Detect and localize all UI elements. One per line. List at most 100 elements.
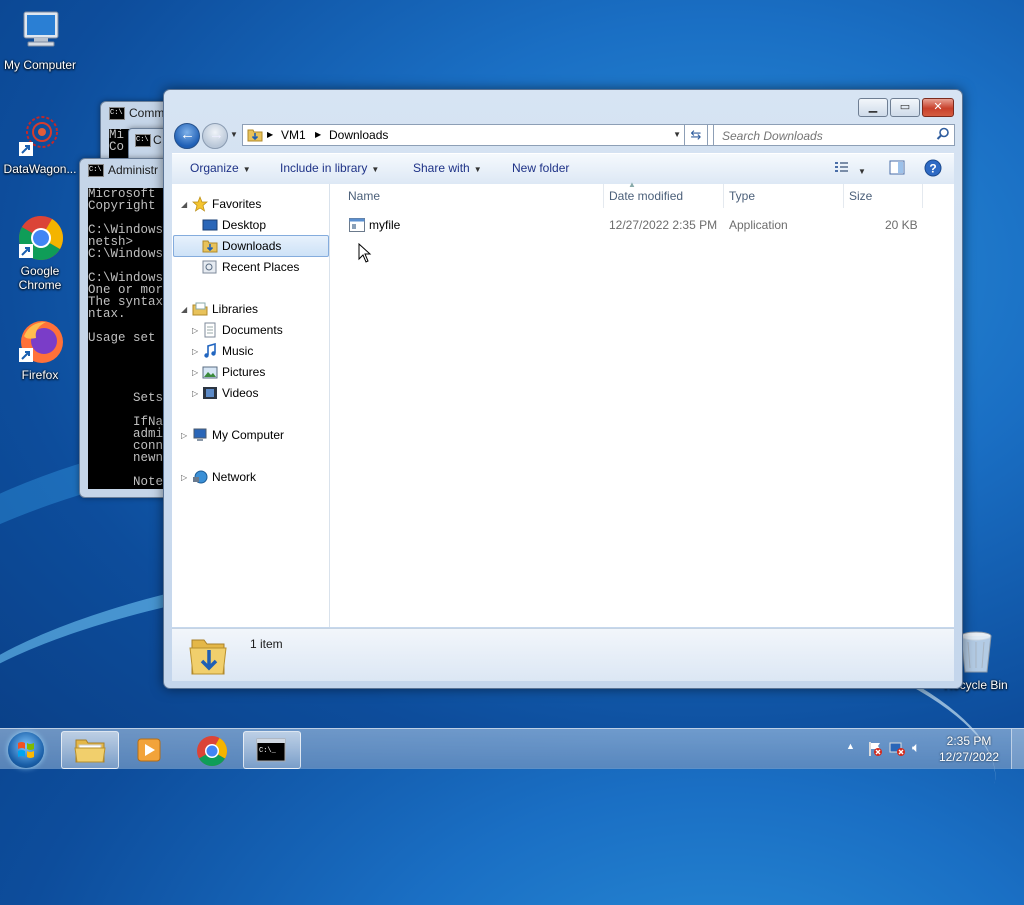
address-bar[interactable]: ▶ VM1 ▶ Downloads ▼ (242, 124, 714, 146)
expand-arrow-icon[interactable]: ▷ (192, 368, 198, 377)
column-header-name[interactable]: Name (348, 189, 380, 203)
recent-places-icon (202, 260, 217, 274)
start-button[interactable] (8, 732, 44, 768)
star-icon (192, 196, 208, 212)
nav-label: Downloads (222, 239, 282, 253)
forward-button[interactable]: → (202, 123, 228, 149)
chevron-down-icon: ▼ (242, 165, 251, 174)
organize-button[interactable]: Organize ▼ (190, 161, 251, 175)
chrome-taskbar-icon (197, 736, 228, 767)
breadcrumb-separator-icon[interactable]: ▶ (315, 130, 321, 139)
nav-downloads[interactable]: Downloads (173, 235, 329, 257)
navigation-pane: ◢ Favorites Desktop Downloads Recent Pla… (172, 184, 330, 627)
explorer-window[interactable]: ▁ ▭ ✕ ← → ▼ ▶ VM1 ▶ Downloads ▼ ⇆ Org (163, 89, 963, 689)
column-header-size[interactable]: Size (849, 189, 872, 203)
application-icon (349, 218, 365, 232)
minimize-button[interactable]: ▁ (858, 98, 888, 117)
column-divider[interactable] (603, 184, 604, 208)
expand-arrow-icon[interactable]: ▷ (192, 347, 198, 356)
search-input[interactable] (720, 127, 929, 145)
desktop-icon-datawagon[interactable]: DataWagon... (0, 112, 80, 176)
column-header-type[interactable]: Type (729, 189, 755, 203)
breadcrumb-vm1[interactable]: VM1 (281, 128, 306, 142)
desktop-icon-chrome[interactable]: Google Chrome (0, 214, 80, 292)
nav-videos[interactable]: Videos (202, 383, 258, 403)
include-in-library-button[interactable]: Include in library ▼ (280, 161, 379, 175)
nav-pictures[interactable]: Pictures (202, 362, 265, 382)
navigation-bar: ← → ▼ ▶ VM1 ▶ Downloads ▼ ⇆ (172, 122, 955, 149)
share-with-button[interactable]: Share with ▼ (413, 161, 482, 175)
collapse-arrow-icon[interactable]: ◢ (181, 200, 187, 209)
breadcrumb-separator-icon[interactable]: ▶ (267, 130, 273, 139)
maximize-button[interactable]: ▭ (890, 98, 920, 117)
refresh-button[interactable]: ⇆ (684, 124, 708, 146)
desktop-icon-my-computer[interactable]: My Computer (0, 8, 80, 72)
help-icon: ? (924, 159, 942, 177)
change-view-button[interactable]: ▼ (834, 160, 866, 177)
music-icon (204, 343, 216, 358)
clock[interactable]: 2:35 PM 12/27/2022 (934, 733, 1004, 765)
taskbar-media-player-button[interactable] (122, 731, 178, 767)
firefox-icon (16, 318, 64, 366)
nav-libraries[interactable]: Libraries (192, 299, 258, 319)
search-box[interactable] (713, 124, 955, 146)
desktop-icon (202, 219, 218, 231)
taskbar-explorer-button[interactable] (61, 731, 119, 769)
expand-arrow-icon[interactable]: ▷ (181, 431, 187, 440)
preview-pane-icon (889, 160, 905, 175)
pictures-icon (202, 366, 218, 379)
address-dropdown[interactable]: ▼ (673, 130, 681, 139)
column-divider[interactable] (723, 184, 724, 208)
network-status-icon[interactable] (888, 740, 906, 758)
search-icon (936, 127, 949, 140)
column-divider[interactable] (922, 184, 923, 208)
recent-pages-dropdown[interactable]: ▼ (230, 130, 238, 139)
svg-text:C:\_: C:\_ (259, 747, 277, 755)
organize-label: Organize (190, 161, 239, 175)
chevron-down-icon: ▼ (473, 165, 482, 174)
nav-documents[interactable]: Documents (202, 320, 283, 340)
new-folder-button[interactable]: New folder (512, 161, 569, 175)
expand-arrow-icon[interactable]: ▷ (192, 389, 198, 398)
column-header-date[interactable]: Date modified (609, 189, 683, 203)
action-center-flag-icon[interactable] (866, 740, 884, 758)
close-button[interactable]: ✕ (922, 98, 954, 117)
expand-arrow-icon[interactable]: ▷ (181, 473, 187, 482)
file-row[interactable]: myfile 12/27/2022 2:35 PM Application 20… (330, 214, 954, 236)
share-label: Share with (413, 161, 470, 175)
libraries-icon (192, 302, 208, 316)
nav-label: Network (212, 470, 257, 484)
svg-text:?: ? (929, 162, 936, 176)
desktop-icon-label: Google Chrome (18, 264, 62, 292)
nav-recent-places[interactable]: Recent Places (202, 257, 299, 277)
nav-desktop[interactable]: Desktop (202, 215, 266, 235)
collapse-arrow-icon[interactable]: ◢ (181, 305, 187, 314)
help-button[interactable]: ? (924, 159, 942, 180)
back-button[interactable]: ← (174, 123, 200, 149)
nav-my-computer[interactable]: My Computer (192, 425, 284, 445)
file-date: 12/27/2022 2:35 PM (609, 218, 718, 232)
mouse-cursor-icon (358, 243, 372, 263)
show-desktop-button[interactable] (1011, 729, 1024, 769)
preview-pane-button[interactable] (889, 160, 905, 178)
nav-label: Favorites (212, 197, 262, 211)
expand-arrow-icon[interactable]: ▷ (192, 326, 198, 335)
clock-time: 2:35 PM (946, 734, 992, 748)
sort-ascending-icon: ▲ (628, 180, 636, 189)
show-hidden-icons-button[interactable]: ▲ (846, 741, 855, 751)
computer-icon (193, 428, 207, 441)
column-divider[interactable] (843, 184, 844, 208)
breadcrumb-downloads[interactable]: Downloads (329, 128, 388, 142)
maximize-icon: ▭ (899, 101, 911, 113)
desktop-icon-firefox[interactable]: Firefox (0, 318, 80, 382)
documents-icon (204, 322, 216, 338)
cmd-icon: C:\ (135, 134, 151, 147)
desktop-icon-label: DataWagon... (3, 162, 77, 176)
nav-network[interactable]: Network (192, 467, 256, 487)
nav-favorites[interactable]: Favorites (192, 194, 261, 214)
taskbar-cmd-button[interactable]: C:\_ (243, 731, 301, 769)
volume-icon[interactable]: 🔈︎ (912, 739, 920, 756)
taskbar-chrome-button[interactable] (184, 731, 240, 767)
nav-music[interactable]: Music (202, 341, 253, 361)
refresh-icon: ⇆ (690, 127, 702, 142)
